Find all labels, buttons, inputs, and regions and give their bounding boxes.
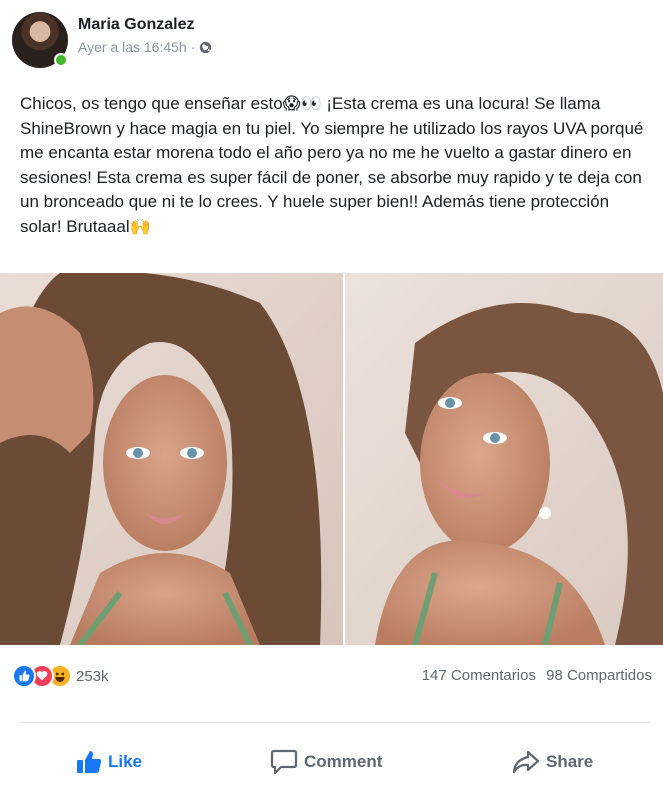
photo-selfie-left[interactable] [0,273,343,645]
meta-separator: · [190,39,196,55]
share-label: Share [546,752,594,771]
engagement-counts: 147 Comentarios 98 Compartidos [422,667,652,684]
like-label: Like [108,752,143,771]
globe-icon [200,41,212,53]
author-name[interactable]: Maria Gonzalez [78,16,194,34]
like-button[interactable]: Like [76,740,142,784]
share-icon [512,750,540,774]
online-status-dot [54,53,68,67]
reaction-count: 253k [76,667,109,685]
comment-button[interactable]: Comment [270,740,382,784]
post-text: Chicos, os tengo que enseñar esto😱👀 ¡Est… [20,94,644,236]
comment-icon [270,749,298,775]
actions-divider [20,722,650,723]
post-meta: Ayer a las 16:45h · [78,39,212,55]
like-reaction-icon [12,664,36,688]
photo-grid [0,273,663,645]
comment-count[interactable]: 147 Comentarios [422,667,536,684]
comment-label: Comment [304,752,383,771]
share-count[interactable]: 98 Compartidos [546,667,652,684]
photo-selfie-right[interactable] [345,273,663,645]
selfie-right-image [345,273,663,645]
thumbs-up-icon [77,751,102,773]
post-header: Maria Gonzalez Ayer a las 16:45h · [12,10,652,68]
post-stats: 253k 147 Comentarios 98 Compartidos [12,664,652,690]
post-timestamp[interactable]: Ayer a las 16:45h [78,39,187,55]
reaction-summary[interactable]: 253k [12,664,109,688]
post-actions: Like Comment Share [0,740,663,784]
selfie-left-image [0,273,343,645]
share-button[interactable]: Share [512,740,593,784]
